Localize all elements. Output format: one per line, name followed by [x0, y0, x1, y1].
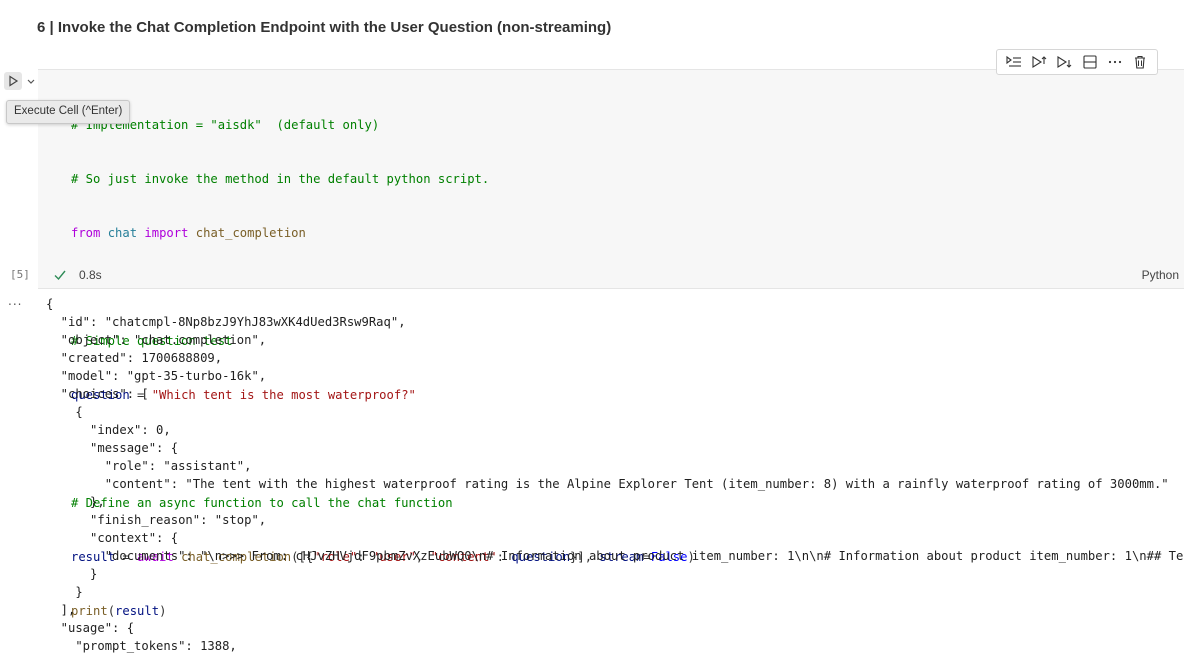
- execute-below-icon: [1057, 56, 1072, 68]
- code-line: # Implementation = "aisdk" (default only…: [71, 118, 380, 132]
- output-line: }: [46, 585, 83, 599]
- chevron-down-icon: [27, 79, 35, 84]
- cell-toolbar: [996, 49, 1158, 75]
- output-line: },: [46, 495, 105, 509]
- execute-tooltip: Execute Cell (^Enter): [6, 100, 131, 124]
- output-line: "choices": [: [46, 387, 149, 401]
- output-line: "finish_reason": "stop",: [46, 513, 267, 527]
- output-line: "message": {: [46, 441, 179, 455]
- output-line: }: [46, 567, 98, 581]
- success-check-icon: [54, 270, 66, 281]
- delete-cell-button[interactable]: [1130, 52, 1150, 72]
- output-line: "created": 1700688809,: [46, 351, 223, 365]
- output-line: "prompt_tokens": 1388,: [46, 639, 237, 653]
- run-cell-button[interactable]: [4, 72, 22, 90]
- code-line: # So just invoke the method in the defau…: [71, 172, 490, 186]
- output-line: ],: [46, 603, 76, 617]
- output-line: "context": {: [46, 531, 179, 545]
- split-cell-button[interactable]: [1080, 52, 1100, 72]
- kernel-language[interactable]: Python: [1142, 268, 1179, 282]
- cell-output: { "id": "chatcmpl-8Np8bzJ9YhJ83wXK4dUed3…: [46, 295, 1184, 655]
- output-line: "role": "assistant",: [46, 459, 252, 473]
- more-actions-button[interactable]: [1105, 52, 1125, 72]
- execute-above-button[interactable]: [1029, 52, 1049, 72]
- output-line: "index": 0,: [46, 423, 171, 437]
- output-line: "content": "The tent with the highest wa…: [46, 477, 1169, 491]
- run-by-line-button[interactable]: [1004, 52, 1024, 72]
- output-line: {: [46, 297, 54, 311]
- split-cell-icon: [1083, 55, 1097, 69]
- output-line: "documents": "\n>>> From: cHJvZHVjdF9pbm…: [46, 549, 1184, 563]
- output-more-icon[interactable]: ...: [8, 294, 22, 308]
- execution-count: [5]: [10, 268, 30, 281]
- output-line: "usage": {: [46, 621, 135, 635]
- execute-below-button[interactable]: [1054, 52, 1074, 72]
- code-line: from chat import chat_completion: [71, 226, 306, 240]
- play-icon: [9, 75, 19, 87]
- output-line: "model": "gpt-35-turbo-16k",: [46, 369, 267, 383]
- execute-above-icon: [1032, 56, 1047, 68]
- output-line: "id": "chatcmpl-8Np8bzJ9YhJ83wXK4dUed3Rs…: [46, 315, 406, 329]
- more-actions-icon: [1108, 60, 1122, 64]
- output-line: {: [46, 405, 83, 419]
- output-line: "object": "chat.completion",: [46, 333, 267, 347]
- markdown-heading: 6 | Invoke the Chat Completion Endpoint …: [37, 19, 612, 36]
- execution-time: 0.8s: [79, 268, 102, 282]
- run-controls: [4, 72, 36, 90]
- run-by-line-icon: [1006, 55, 1021, 67]
- delete-cell-icon: [1135, 55, 1146, 69]
- run-options-button[interactable]: [25, 73, 37, 89]
